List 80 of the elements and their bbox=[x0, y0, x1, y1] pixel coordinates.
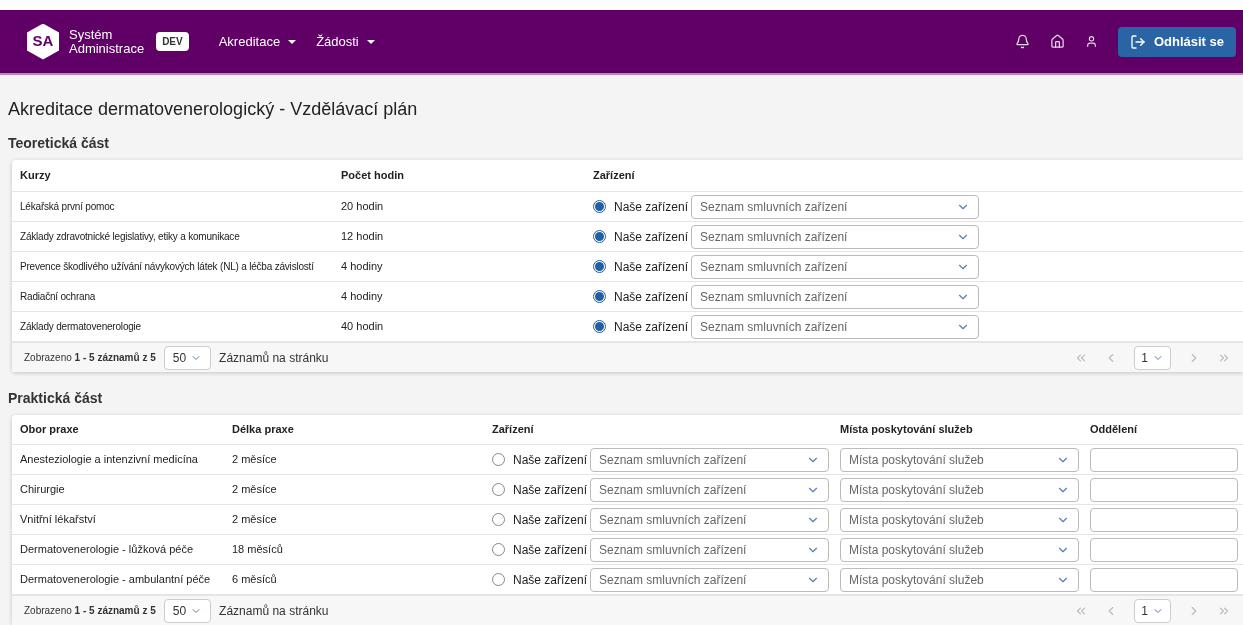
hexagon-logo: SA bbox=[27, 23, 59, 60]
page-size-select[interactable]: 50 bbox=[163, 345, 212, 370]
section-heading: Praktická část bbox=[8, 389, 104, 408]
records-summary: Zobrazeno 1 - 5 záznamů z 5 bbox=[24, 604, 156, 618]
page-size-label: Záznamů na stránku bbox=[219, 349, 329, 367]
service-location-select[interactable]: Místa poskytování služeb bbox=[840, 567, 1079, 592]
facility-select[interactable]: Seznam smluvních zařízení bbox=[691, 224, 979, 249]
facility-select[interactable]: Seznam smluvních zařízení bbox=[590, 537, 829, 562]
environment-badge: DEV bbox=[156, 32, 189, 51]
radio-option[interactable]: Naše zařízení bbox=[492, 540, 590, 559]
facility-select[interactable]: Seznam smluvních zařízení bbox=[590, 447, 829, 472]
logout-button[interactable]: Odhlásit se bbox=[1117, 26, 1236, 57]
section-heading: Teoretická část bbox=[8, 134, 110, 153]
facility-select[interactable]: Seznam smluvních zařízení bbox=[590, 477, 829, 502]
department-input-field[interactable] bbox=[1090, 447, 1238, 472]
table-cell-text: Prevence škodlivého užívání návykových látek (NL) a léčba závislostí bbox=[20, 260, 315, 274]
facility-select[interactable]: Seznam smluvních zařízení bbox=[590, 507, 829, 532]
table-cell-text: Anesteziologie a intenzivní medicína bbox=[20, 452, 199, 468]
radio-option[interactable]: Naše zařízení bbox=[593, 227, 691, 246]
nav-menu[interactable]: Akreditace bbox=[218, 31, 297, 52]
table-cell-text: 4 hodiny bbox=[341, 289, 384, 305]
service-location-select[interactable]: Místa poskytování služeb bbox=[840, 477, 1079, 502]
bell-icon[interactable] bbox=[1014, 34, 1030, 49]
facility-select[interactable]: Seznam smluvních zařízení bbox=[691, 314, 979, 339]
radio-option[interactable]: Naše zařízení bbox=[593, 257, 691, 276]
logout-icon bbox=[1129, 33, 1146, 50]
nav-menu[interactable]: Žádosti bbox=[316, 31, 375, 52]
column-header: Obor praxe bbox=[20, 422, 80, 438]
app-name: Administrace bbox=[69, 41, 145, 56]
facility-select[interactable]: Seznam smluvních zařízení bbox=[691, 194, 979, 219]
table-cell-text: Vnitřní lékařství bbox=[20, 512, 97, 528]
records-summary: Zobrazeno 1 - 5 záznamů z 5 bbox=[24, 351, 156, 365]
page-select[interactable]: 1 bbox=[1134, 598, 1171, 623]
column-header: Délka praxe bbox=[232, 422, 295, 438]
table-cell-text: 20 hodin bbox=[341, 199, 385, 215]
table-cell-text: 2 měsíce bbox=[232, 452, 278, 468]
department-input-field[interactable] bbox=[1090, 567, 1238, 592]
home-icon[interactable] bbox=[1049, 34, 1065, 49]
facility-select[interactable]: Seznam smluvních zařízení bbox=[691, 254, 979, 279]
facility-select[interactable]: Seznam smluvních zařízení bbox=[590, 567, 829, 592]
service-location-select[interactable]: Místa poskytování služeb bbox=[840, 447, 1079, 472]
radio-option[interactable]: Naše zařízení bbox=[593, 317, 691, 336]
department-input-field[interactable] bbox=[1090, 477, 1238, 502]
table-cell-text: Základy zdravotnické legislativy, etiky a komunikace bbox=[20, 230, 241, 244]
page-title: Akreditace dermatovenerologický - Vzdělávací plán bbox=[8, 98, 419, 121]
column-header: Zařízení bbox=[593, 168, 636, 184]
radio-option[interactable]: Naše zařízení bbox=[492, 480, 590, 499]
table-cell-text: 6 měsíců bbox=[232, 572, 278, 588]
column-header: Místa poskytování služeb bbox=[840, 422, 974, 438]
table-cell-text: Chirurgie bbox=[20, 482, 66, 498]
app-name: Systém bbox=[69, 27, 114, 42]
page-select[interactable]: 1 bbox=[1134, 345, 1171, 370]
column-header: Oddělení bbox=[1090, 422, 1139, 438]
table-cell-text: 4 hodiny bbox=[341, 259, 384, 275]
user-icon[interactable] bbox=[1084, 35, 1098, 48]
page-size-select[interactable]: 50 bbox=[163, 598, 212, 623]
department-input-field[interactable] bbox=[1090, 537, 1238, 562]
department-input-field[interactable] bbox=[1090, 507, 1238, 532]
column-header: Počet hodin bbox=[341, 168, 405, 184]
radio-option[interactable]: Naše zařízení bbox=[492, 510, 590, 529]
table-cell-text: Lékařská první pomoc bbox=[20, 200, 116, 214]
table-cell-text: 40 hodin bbox=[341, 319, 385, 335]
page-size-label: Záznamů na stránku bbox=[219, 602, 329, 620]
table-cell-text: Dermatovenerologie - lůžková péče bbox=[20, 542, 195, 558]
table-cell-text: 2 měsíce bbox=[232, 512, 278, 528]
column-header: Kurzy bbox=[20, 168, 52, 184]
service-location-select[interactable]: Místa poskytování služeb bbox=[840, 537, 1079, 562]
table-cell-text: 18 měsíců bbox=[232, 542, 284, 558]
service-location-select[interactable]: Místa poskytování služeb bbox=[840, 507, 1079, 532]
table-cell-text: Dermatovenerologie - ambulantní péče bbox=[20, 572, 212, 588]
table-cell-text: Základy dermatovenerologie bbox=[20, 320, 142, 334]
radio-option[interactable]: Naše zařízení bbox=[593, 197, 691, 216]
column-header: Zařízení bbox=[492, 422, 535, 438]
table-cell-text: 2 měsíce bbox=[232, 482, 278, 498]
facility-select[interactable]: Seznam smluvních zařízení bbox=[691, 284, 979, 309]
table-cell-text: Radiační ochrana bbox=[20, 290, 97, 304]
radio-option[interactable]: Naše zařízení bbox=[593, 287, 691, 306]
radio-option[interactable]: Naše zařízení bbox=[492, 570, 590, 589]
table-cell-text: 12 hodin bbox=[341, 229, 385, 245]
radio-option[interactable]: Naše zařízení bbox=[492, 450, 590, 469]
